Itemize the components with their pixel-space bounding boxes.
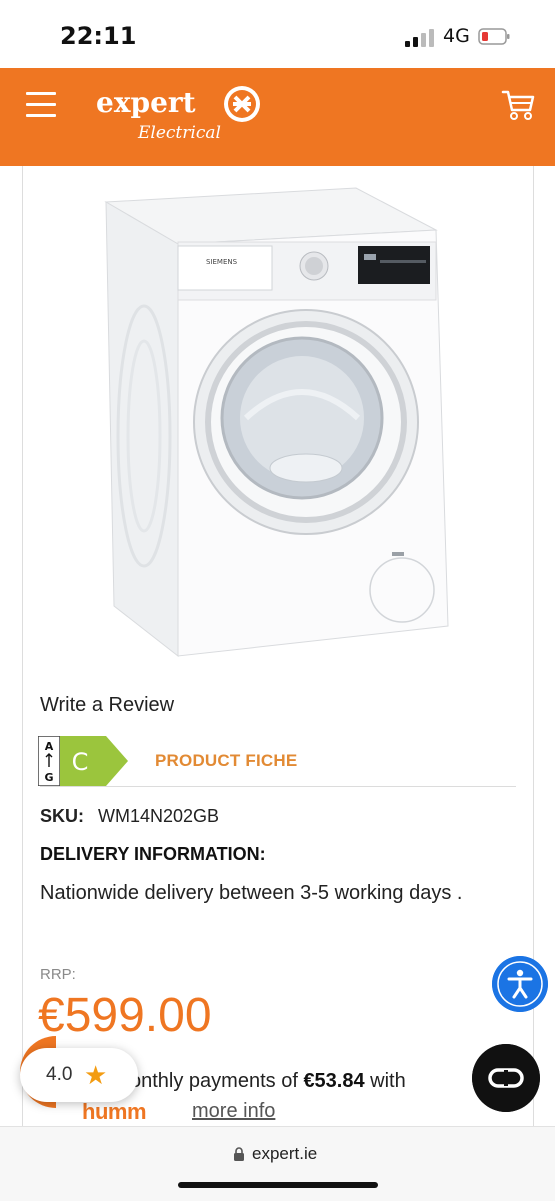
product-fiche-link[interactable]: PRODUCT FICHE xyxy=(155,751,297,771)
star-icon: ★ xyxy=(84,1060,108,1090)
accessibility-icon[interactable] xyxy=(492,956,548,1012)
energy-scale-bottom: G xyxy=(44,771,53,784)
rrp-label: RRP: xyxy=(40,966,76,983)
logo-brand-text: expert xyxy=(96,86,196,119)
product-brand-label: SIEMENS xyxy=(206,258,238,266)
network-type: 4G xyxy=(443,25,470,47)
shopping-cart-icon[interactable] xyxy=(500,86,536,122)
battery-low-icon xyxy=(478,28,510,45)
delivery-heading: DELIVERY INFORMATION: xyxy=(40,844,266,864)
energy-rating-badge[interactable]: A G C xyxy=(38,736,130,786)
home-indicator[interactable] xyxy=(178,1182,378,1188)
rating-value: 4.0 xyxy=(46,1064,73,1085)
more-info-link[interactable]: more info xyxy=(192,1100,275,1123)
write-review-link[interactable]: Write a Review xyxy=(40,694,174,717)
address-bar-url[interactable]: expert.ie xyxy=(235,1144,317,1164)
chat-icon[interactable] xyxy=(472,1044,540,1112)
delivery-text: Nationwide delivery between 3-5 working … xyxy=(40,882,463,904)
signal-icon xyxy=(405,29,434,47)
sku-value: WM14N202GB xyxy=(98,806,220,826)
monthly-amount: €53.84 xyxy=(303,1070,365,1092)
status-bar: 22:11 4G xyxy=(0,0,555,68)
rating-widget[interactable] xyxy=(20,1048,138,1102)
sku-label: SKU: xyxy=(40,806,84,826)
logo-tagline-text: Electrical xyxy=(137,123,221,143)
sku-row: SKU: WM14N202GB xyxy=(40,806,219,827)
monthly-suffix: with xyxy=(370,1070,406,1092)
monthly-prefix: onthly payments of xyxy=(130,1070,298,1092)
hamburger-menu-icon[interactable] xyxy=(26,92,56,118)
status-time: 22:11 xyxy=(60,22,137,50)
divider xyxy=(40,786,516,787)
energy-class-letter: C xyxy=(72,748,89,776)
url-text: expert.ie xyxy=(252,1144,318,1163)
product-image[interactable]: SIEMENS xyxy=(96,186,468,668)
site-header xyxy=(0,68,555,166)
energy-scale-top: A xyxy=(45,740,54,753)
expert-logo[interactable]: expert Electrical xyxy=(96,82,266,146)
monthly-payments-text: onthly payments of €53.84 with xyxy=(130,1070,406,1093)
